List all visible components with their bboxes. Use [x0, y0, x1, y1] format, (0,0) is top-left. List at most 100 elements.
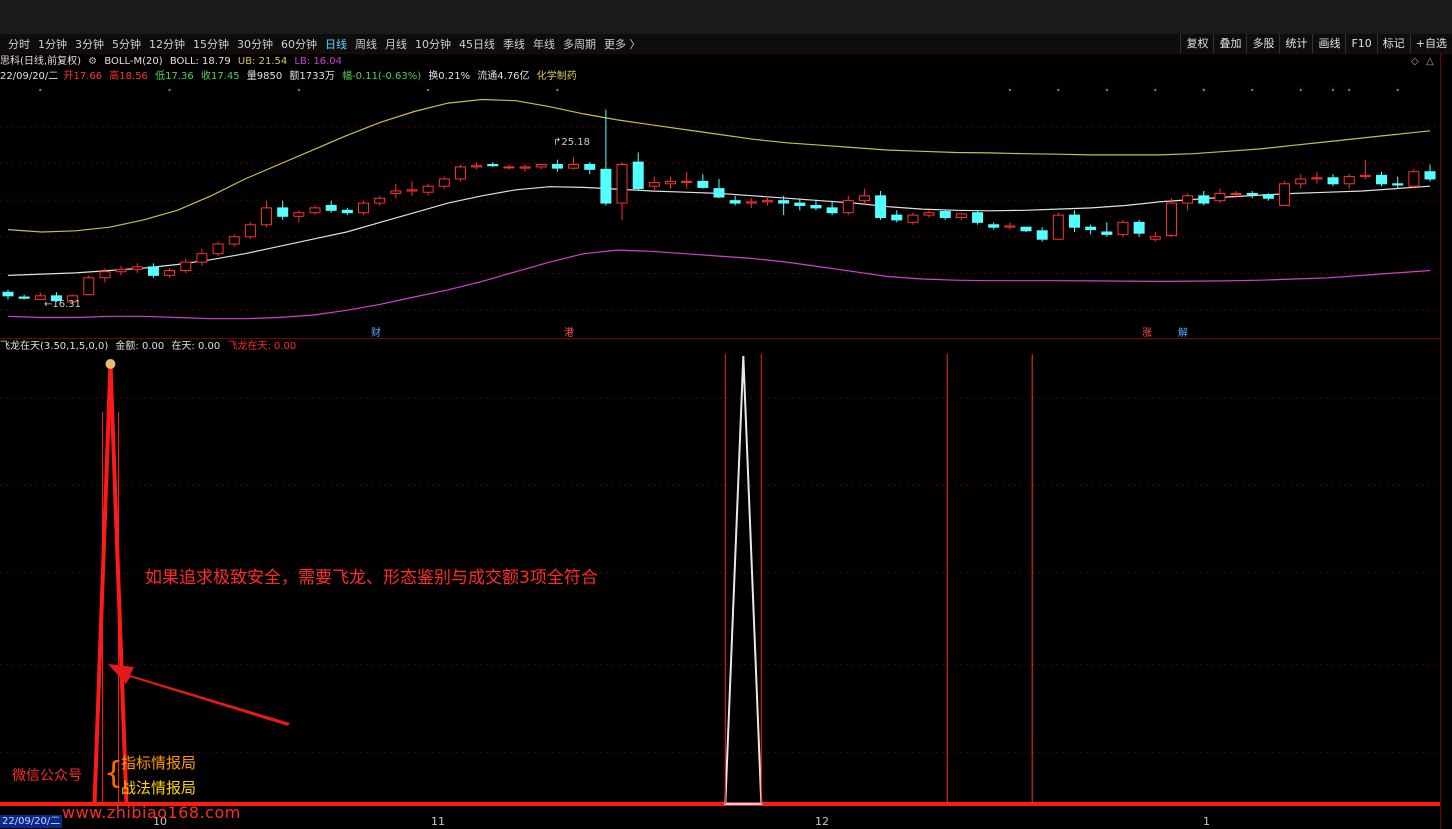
timeframe-tab[interactable]: 1分钟 — [34, 36, 71, 52]
indicator-label[interactable]: 飞龙在天(3.50,1,5,0,0) — [0, 341, 108, 352]
candle-body — [535, 164, 547, 168]
diamond-icon[interactable]: ◇ — [1411, 54, 1419, 69]
candle — [1133, 219, 1145, 237]
candle-body — [1424, 171, 1436, 180]
price-chart[interactable] — [0, 85, 1452, 338]
candle-body — [99, 271, 111, 279]
settings-icon[interactable]: ⚙ — [88, 56, 97, 67]
event-gang[interactable]: 港 — [564, 324, 574, 339]
quote-close: 收17.45 — [200, 71, 240, 82]
timeframe-tab[interactable]: 30分钟 — [233, 36, 277, 52]
tool-button[interactable]: 复权 — [1180, 34, 1213, 53]
candle — [1052, 212, 1064, 240]
candle-body — [390, 190, 402, 194]
candle-body — [293, 212, 305, 217]
candle — [972, 210, 984, 225]
timeframe-tab[interactable]: 15分钟 — [189, 36, 233, 52]
event-dot — [168, 88, 171, 92]
tool-button[interactable]: +自选 — [1409, 34, 1452, 53]
timeframe-tab[interactable]: 3分钟 — [71, 36, 108, 52]
candle-body — [1359, 174, 1371, 178]
candle-body — [1101, 231, 1113, 235]
candle — [858, 188, 870, 206]
candle-body — [422, 185, 434, 193]
candle-body — [1069, 214, 1080, 228]
candle-body — [1198, 195, 1210, 204]
candle-body — [244, 224, 256, 238]
candle — [196, 248, 208, 266]
timeframe-tab[interactable]: 周线 — [351, 36, 381, 52]
candle — [1279, 181, 1291, 206]
candle-body — [454, 166, 466, 180]
event-dot — [1299, 88, 1302, 92]
event-caibao[interactable]: 财 — [371, 324, 381, 339]
high-price-label: 25.18 — [561, 137, 591, 148]
candle — [1198, 191, 1210, 206]
candle — [632, 152, 644, 192]
candle-body — [794, 202, 806, 206]
event-dot — [426, 88, 430, 92]
timeframe-tab[interactable]: 更多 〉 — [600, 36, 645, 52]
quote-sector[interactable]: 化学制药 — [537, 71, 577, 82]
timeframe-tab[interactable]: 月线 — [381, 36, 411, 52]
tool-button[interactable]: 统计 — [1279, 34, 1312, 53]
tool-button[interactable]: 画线 — [1312, 34, 1345, 53]
candle — [309, 205, 321, 216]
timeframe-tab[interactable]: 季线 — [499, 36, 529, 52]
wechat-label: 微信公众号 — [12, 768, 82, 784]
candle — [745, 198, 757, 208]
axis-month-label: 11 — [431, 815, 445, 828]
candle — [988, 222, 1000, 230]
tool-button[interactable]: F10 — [1345, 34, 1376, 53]
candle-body — [358, 202, 369, 214]
quote-open: 开17.66 — [63, 71, 103, 82]
candle — [1343, 174, 1355, 189]
candle-body — [115, 268, 127, 273]
timeframe-tab[interactable]: 10分钟 — [411, 36, 455, 52]
candle-body — [891, 214, 903, 221]
candle — [939, 210, 951, 220]
timeframe-tab[interactable]: 年线 — [529, 36, 559, 52]
candle — [341, 207, 353, 216]
timeframe-tab[interactable]: 5分钟 — [108, 36, 145, 52]
timeframe-tab[interactable]: 45日线 — [455, 36, 499, 52]
candle-body — [487, 164, 499, 167]
candle-body — [1262, 194, 1274, 199]
candle — [1408, 169, 1420, 189]
event-jie[interactable]: 解 — [1178, 324, 1188, 339]
quote-turnover: 换0.21% — [428, 71, 471, 82]
tool-buttons: 复权 叠加 多股 统计 画线 F10 标记 +自选 — [1180, 34, 1452, 53]
up-icon[interactable]: △ — [1426, 54, 1434, 69]
candle — [180, 258, 192, 273]
right-axis-separator — [1440, 53, 1441, 829]
timeframe-tab[interactable]: 日线 — [321, 36, 351, 52]
candle — [1246, 191, 1258, 199]
stock-name[interactable]: 思科(日线,前复权) — [0, 56, 81, 67]
timeframe-tab[interactable]: 多周期 — [559, 36, 600, 52]
candle — [1424, 164, 1436, 182]
candle-body — [1279, 183, 1291, 206]
candle-body — [180, 261, 192, 272]
candle-body — [374, 197, 386, 204]
candle — [1376, 171, 1388, 187]
event-zhang[interactable]: 涨 — [1142, 324, 1152, 339]
candle-body — [406, 189, 418, 192]
tool-button[interactable]: 标记 — [1376, 34, 1410, 53]
tool-button[interactable]: 多股 — [1246, 34, 1279, 53]
candle-body — [1036, 230, 1048, 240]
candle-body — [858, 195, 870, 202]
event-dot — [1008, 88, 1012, 92]
timeframe-tab[interactable]: 12分钟 — [145, 36, 189, 52]
candle — [487, 162, 499, 167]
timeframe-tab[interactable]: 分时 — [4, 36, 34, 52]
boll-value: BOLL: 18.79 — [169, 56, 231, 67]
candle-body — [1133, 221, 1145, 234]
candle — [1165, 198, 1177, 237]
tool-button[interactable]: 叠加 — [1213, 34, 1246, 53]
axis-month-label: 1 — [1203, 815, 1210, 828]
timeframe-tab[interactable]: 60分钟 — [277, 36, 321, 52]
account-1: 指标情报局 — [121, 754, 197, 772]
indicator-name[interactable]: BOLL-M(20) — [104, 56, 162, 67]
indicator-spike — [92, 363, 129, 806]
event-dot — [1202, 88, 1205, 92]
